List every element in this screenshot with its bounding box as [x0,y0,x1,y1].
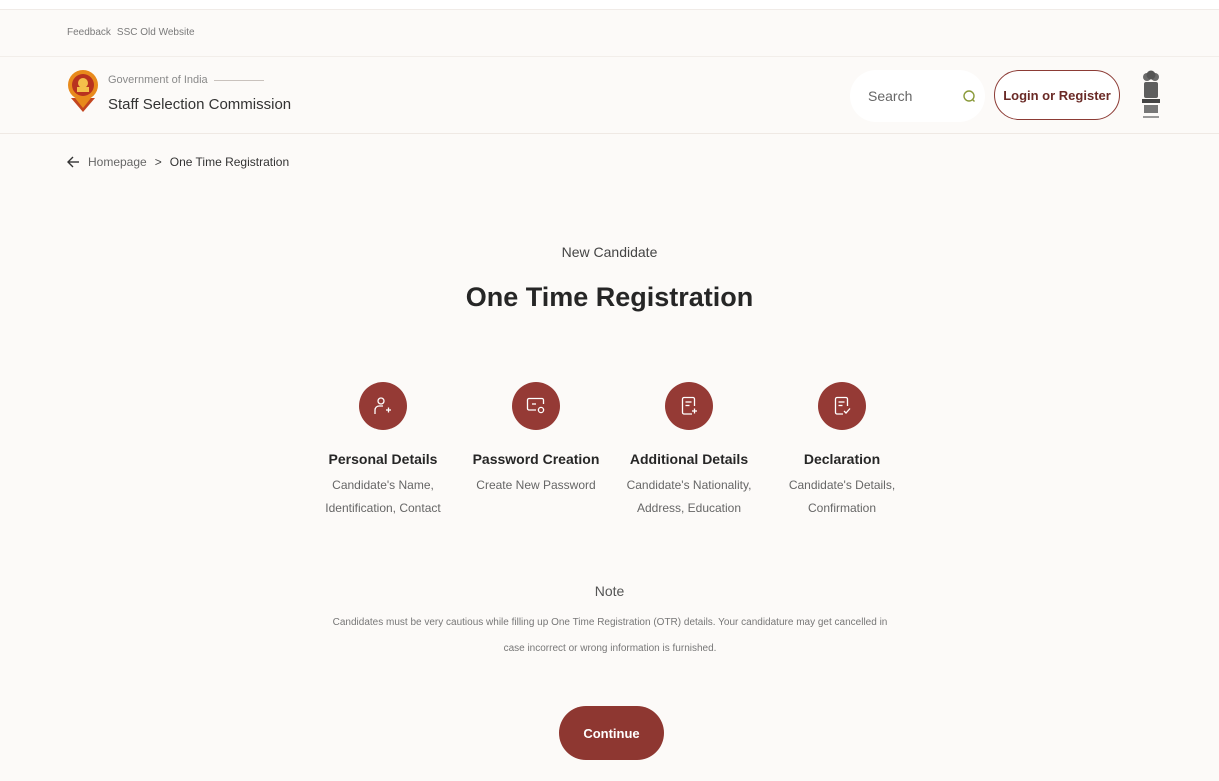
feedback-link[interactable]: Feedback [67,27,111,38]
login-register-button[interactable]: Login or Register [994,70,1120,120]
search-input[interactable] [868,88,928,104]
ssc-logo[interactable] [66,68,100,114]
breadcrumb-separator: > [154,155,162,169]
gov-label: Government of India [108,74,264,86]
org-name: Staff Selection Commission [108,96,292,113]
step-description: Candidate's Name, Identification, Contac… [325,478,441,515]
step-label: Declaration [803,451,881,467]
search-box[interactable] [850,70,985,122]
search-icon[interactable] [962,89,976,103]
step-label: Additional Details [629,451,749,467]
step-password-creation: Password Creation Create New Password [461,382,611,497]
page-subtitle: New Candidate [561,244,658,260]
step-description: Create New Password [476,478,596,492]
old-website-link[interactable]: SSC Old Website [117,27,195,38]
password-icon [526,397,545,414]
step-icon-circle [818,382,866,430]
user-add-icon [374,397,391,414]
step-icon-circle [665,382,713,430]
step-description: Candidate's Details, Confirmation [788,478,896,515]
continue-button[interactable]: Continue [559,706,664,760]
step-personal-details: Personal Details Candidate's Name, Ident… [308,382,458,520]
divider [213,79,264,81]
back-arrow-icon[interactable] [66,155,80,169]
note-text: Candidates must be very cautious while f… [332,617,888,654]
document-add-icon [681,396,697,415]
top-strip [0,0,1219,10]
breadcrumb: Homepage > One Time Registration [66,155,289,169]
step-icon-circle [512,382,560,430]
note-title: Note [594,583,625,599]
document-check-icon [834,396,851,415]
step-label: Personal Details [328,451,438,467]
step-label: Password Creation [472,451,600,467]
step-additional-details: Additional Details Candidate's Nationali… [614,382,764,520]
step-description: Candidate's Nationality, Address, Educat… [626,478,752,515]
step-declaration: Declaration Candidate's Details, Confirm… [767,382,917,520]
page-title: One Time Registration [465,282,754,312]
breadcrumb-current: One Time Registration [169,155,290,169]
step-icon-circle [359,382,407,430]
breadcrumb-home-link[interactable]: Homepage [88,155,147,169]
top-links: Feedback SSC Old Website [67,27,195,38]
national-emblem-icon [1142,70,1160,118]
